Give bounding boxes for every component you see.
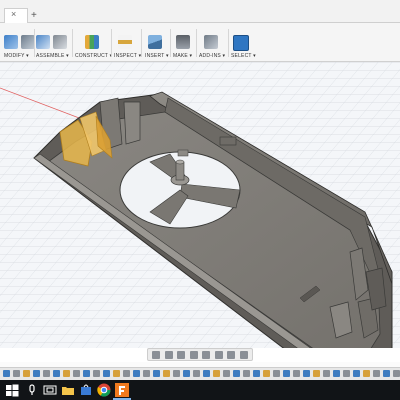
timeline-feature[interactable] [223,370,230,377]
timeline-feature[interactable] [183,370,190,377]
timeline-feature[interactable] [43,370,50,377]
timeline-feature[interactable] [33,370,40,377]
timeline-feature[interactable] [203,370,210,377]
search-icon[interactable] [24,382,40,398]
toolbar-divider [111,29,112,57]
modify-fillet-icon [21,35,35,49]
timeline-feature[interactable] [383,370,390,377]
assemble-menu[interactable]: ASSEMBLE ▾ [36,23,70,61]
toolbar-divider [141,29,142,57]
model-canvas[interactable] [0,62,400,348]
document-tab[interactable]: × [4,8,28,23]
inspect-menu[interactable]: INSPECT ▾ [114,23,142,61]
insert-menu[interactable]: INSERT ▾ [145,23,169,61]
viewports-icon[interactable] [239,350,248,359]
inspect-label: INSPECT ▾ [114,53,142,59]
timeline-feature[interactable] [163,370,170,377]
toolbar-divider [196,29,197,57]
timeline-feature[interactable] [283,370,290,377]
display-settings-icon[interactable] [214,350,223,359]
timeline-feature[interactable] [83,370,90,377]
add-ins-label: ADD-INS ▾ [199,53,226,59]
timeline-feature[interactable] [213,370,220,377]
make-label: MAKE ▾ [173,53,193,59]
timeline-feature[interactable] [293,370,300,377]
document-tab-strip: × + [0,0,400,23]
fusion360-icon[interactable] [114,382,130,398]
timeline-feature[interactable] [153,370,160,377]
modify-push-icon [4,35,18,49]
timeline-feature[interactable] [13,370,20,377]
timeline-feature[interactable] [53,370,60,377]
new-component-icon [36,35,50,49]
insert-image-icon [148,35,162,49]
timeline-feature[interactable] [103,370,110,377]
file-explorer-icon[interactable] [60,382,76,398]
3d-viewport[interactable] [0,62,400,348]
timeline-feature[interactable] [373,370,380,377]
timeline-feature[interactable] [323,370,330,377]
navigation-bar [147,348,253,361]
toolbar-divider [34,29,35,57]
select-arrow-icon [233,35,249,51]
grid-settings-icon[interactable] [227,350,236,359]
windows-start-icon[interactable] [4,382,20,398]
timeline-feature[interactable] [123,370,130,377]
timeline-feature[interactable] [343,370,350,377]
modify-label: MODIFY ▾ [4,53,29,59]
toolbar-divider [170,29,171,57]
timeline-feature[interactable] [363,370,370,377]
timeline-feature[interactable] [133,370,140,377]
store-icon[interactable] [78,382,94,398]
close-tab-icon[interactable]: × [11,9,16,19]
construct-menu[interactable]: CONSTRUCT ▾ [75,23,113,61]
task-view-icon[interactable] [42,382,58,398]
add-ins-menu[interactable]: ADD-INS ▾ [199,23,227,61]
pan-icon[interactable] [164,350,173,359]
timeline-feature[interactable] [23,370,30,377]
chrome-icon[interactable] [96,382,112,398]
ribbon-toolbar: MODIFY ▾ ASSEMBLE ▾ CONSTRUCT ▾ INSPECT … [0,23,400,62]
assemble-label: ASSEMBLE ▾ [36,53,69,59]
select-label: SELECT ▾ [231,53,256,59]
timeline-feature[interactable] [93,370,100,377]
toolbar-divider [72,29,73,57]
timeline-feature[interactable] [353,370,360,377]
make-menu[interactable]: MAKE ▾ [173,23,195,61]
timeline-feature[interactable] [253,370,260,377]
timeline-marker[interactable] [393,370,400,377]
timeline-feature[interactable] [193,370,200,377]
toolbar-divider [228,29,229,57]
timeline-feature[interactable] [233,370,240,377]
scripts-icon [204,35,218,49]
fit-icon[interactable] [202,350,211,359]
timeline-feature[interactable] [143,370,150,377]
timeline-feature[interactable] [273,370,280,377]
joint-icon [53,35,67,49]
new-tab-icon[interactable]: + [31,10,37,21]
timeline-feature[interactable] [333,370,340,377]
timeline-feature[interactable] [303,370,310,377]
timeline-feature[interactable] [263,370,270,377]
windows-taskbar [0,380,400,400]
zoom-icon[interactable] [189,350,198,359]
construct-label: CONSTRUCT ▾ [75,53,113,59]
orbit-icon[interactable] [152,350,161,359]
3d-print-icon [176,35,190,49]
offset-plane-icon [85,35,99,49]
timeline-feature[interactable] [113,370,120,377]
insert-label: INSERT ▾ [145,53,169,59]
measure-icon [118,35,132,49]
timeline-feature[interactable] [63,370,70,377]
modify-menu[interactable]: MODIFY ▾ [4,23,35,61]
look-at-icon[interactable] [177,350,186,359]
design-timeline[interactable] [0,367,400,381]
timeline-feature[interactable] [3,370,10,377]
select-menu[interactable]: SELECT ▾ [231,23,256,61]
timeline-feature[interactable] [173,370,180,377]
timeline-feature[interactable] [243,370,250,377]
timeline-feature[interactable] [313,370,320,377]
timeline-feature[interactable] [73,370,80,377]
